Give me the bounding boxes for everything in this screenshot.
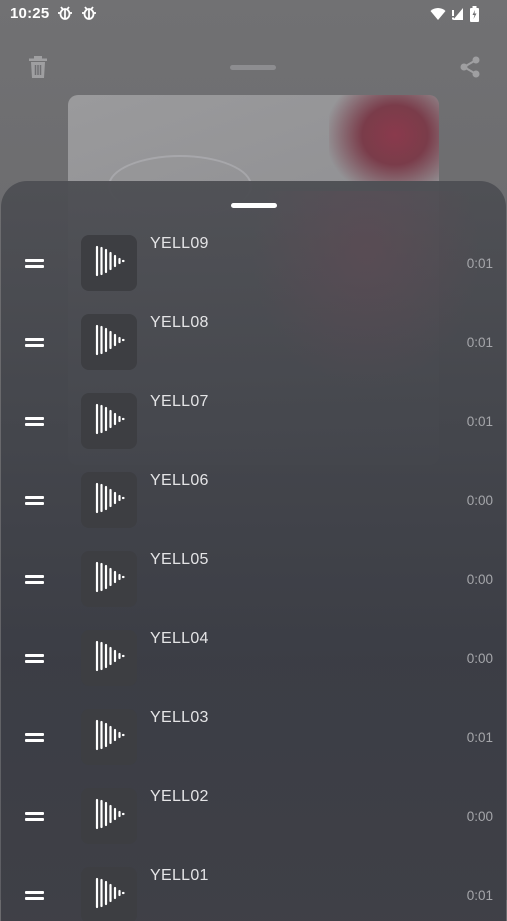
track-duration: 0:01: [466, 414, 493, 429]
reorder-handle-icon[interactable]: [25, 654, 44, 664]
track-duration: 0:01: [466, 888, 493, 903]
bug-icon: [80, 4, 98, 22]
reorder-handle-icon[interactable]: [25, 338, 44, 348]
track-row[interactable]: YELL09 0:01: [1, 235, 506, 314]
track-row[interactable]: YELL08 0:01: [1, 314, 506, 393]
share-icon[interactable]: [459, 56, 481, 83]
track-row[interactable]: YELL03 0:01: [1, 709, 506, 788]
track-thumbnail: [81, 472, 137, 528]
track-row[interactable]: YELL04 0:00: [1, 630, 506, 709]
status-indicators: [430, 6, 479, 26]
track-title: YELL04: [150, 630, 209, 647]
track-row[interactable]: YELL02 0:00: [1, 788, 506, 867]
track-duration: 0:00: [466, 572, 493, 587]
track-duration: 0:01: [466, 335, 493, 350]
waveform-icon: [89, 797, 129, 836]
reorder-handle-icon[interactable]: [25, 733, 44, 743]
waveform-icon: [89, 718, 129, 757]
playlist-sheet[interactable]: YELL09 0:01 YELL08 0:01 YELL07 0:01 YELL…: [1, 181, 506, 921]
track-title: YELL09: [150, 235, 209, 252]
track-title: YELL06: [150, 472, 209, 489]
track-thumbnail: [81, 788, 137, 844]
sheet-drag-handle[interactable]: [231, 203, 277, 208]
signal-icon: [452, 7, 464, 25]
track-thumbnail: [81, 709, 137, 765]
trash-icon[interactable]: [28, 56, 48, 83]
waveform-icon: [89, 639, 129, 678]
track-row[interactable]: YELL07 0:01: [1, 393, 506, 472]
waveform-icon: [89, 244, 129, 283]
status-bar: 10:25: [0, 0, 507, 30]
track-thumbnail: [81, 630, 137, 686]
track-duration: 0:00: [466, 493, 493, 508]
waveform-icon: [89, 402, 129, 441]
track-thumbnail: [81, 314, 137, 370]
track-duration: 0:00: [466, 651, 493, 666]
waveform-icon: [89, 876, 129, 915]
track-thumbnail: [81, 551, 137, 607]
player-top-bar: [0, 48, 507, 88]
reorder-handle-icon[interactable]: [25, 496, 44, 506]
track-title: YELL05: [150, 551, 209, 568]
track-thumbnail: [81, 867, 137, 921]
reorder-handle-icon[interactable]: [25, 575, 44, 585]
track-thumbnail: [81, 393, 137, 449]
status-time: 10:25: [10, 5, 50, 22]
track-duration: 0:01: [466, 730, 493, 745]
track-title: YELL01: [150, 867, 209, 884]
notification-icons: [56, 4, 98, 22]
track-title: YELL07: [150, 393, 209, 410]
reorder-handle-icon[interactable]: [25, 259, 44, 269]
track-row[interactable]: YELL05 0:00: [1, 551, 506, 630]
reorder-handle-icon[interactable]: [25, 812, 44, 822]
waveform-icon: [89, 560, 129, 599]
waveform-icon: [89, 481, 129, 520]
track-duration: 0:01: [466, 256, 493, 271]
waveform-icon: [89, 323, 129, 362]
bug-icon: [56, 4, 74, 22]
track-title: YELL03: [150, 709, 209, 726]
wifi-icon: [430, 7, 446, 25]
track-duration: 0:00: [466, 809, 493, 824]
drag-handle[interactable]: [230, 65, 276, 70]
reorder-handle-icon[interactable]: [25, 417, 44, 427]
track-row[interactable]: YELL06 0:00: [1, 472, 506, 551]
track-thumbnail: [81, 235, 137, 291]
track-title: YELL08: [150, 314, 209, 331]
track-title: YELL02: [150, 788, 209, 805]
battery-icon: [470, 6, 479, 26]
track-row[interactable]: YELL01 0:01: [1, 867, 506, 921]
artwork-figure: [329, 95, 439, 195]
